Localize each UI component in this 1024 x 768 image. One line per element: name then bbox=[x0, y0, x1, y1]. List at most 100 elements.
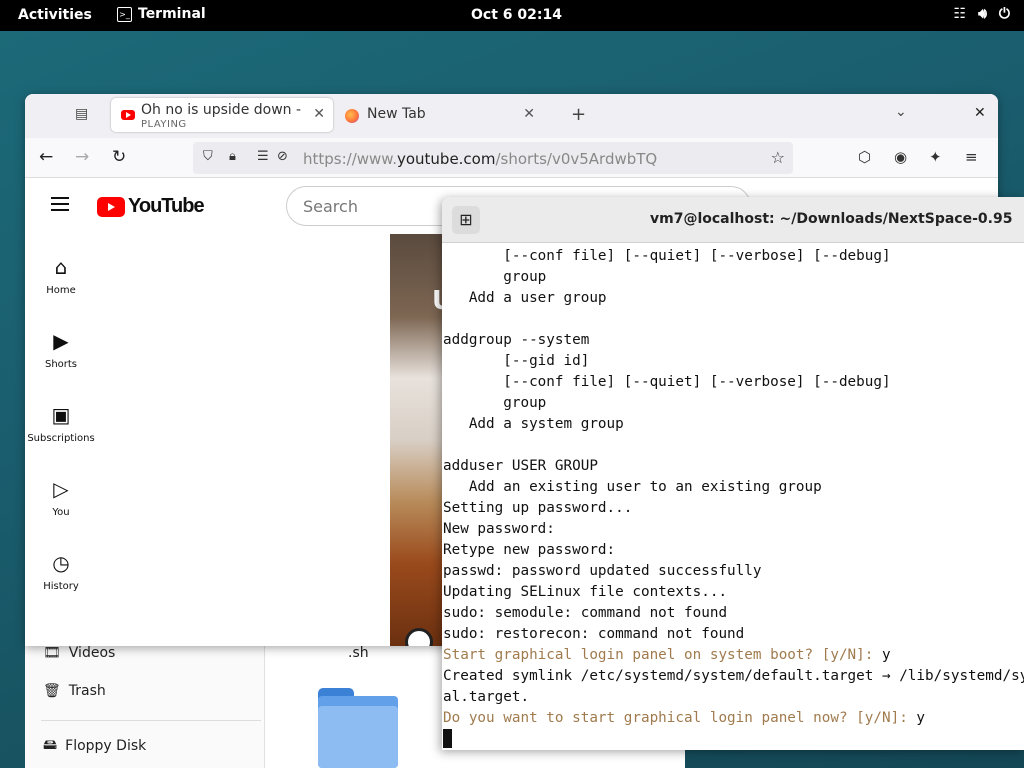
app-name: Terminal bbox=[138, 6, 206, 22]
tab-playing-label: PLAYING bbox=[141, 119, 187, 130]
menu-icon[interactable]: ≡ bbox=[965, 148, 978, 166]
terminal-line: sudo: restorecon: command not found bbox=[443, 626, 745, 642]
terminal-window: ⊞ vm7@localhost: ~/Downloads/NextSpace-0… bbox=[442, 197, 1024, 750]
prompt-text: Start graphical login panel on system bo… bbox=[443, 647, 874, 663]
youtube-logo-icon bbox=[97, 196, 125, 217]
sidebar-item-label: Videos bbox=[68, 645, 116, 661]
terminal-line: Updating SELinux file contexts... bbox=[443, 584, 728, 600]
permissions-icon[interactable]: ☰ bbox=[257, 149, 269, 164]
youtube-favicon-icon bbox=[121, 110, 135, 120]
nav-you[interactable]: ▷ You bbox=[25, 477, 97, 518]
terminal-line: Start graphical login panel on system bo… bbox=[443, 645, 1024, 666]
reload-icon[interactable]: ↻ bbox=[112, 147, 126, 167]
terminal-line: Add an existing user to an existing grou… bbox=[443, 479, 822, 495]
volume-icon: 🔊︎ bbox=[978, 6, 987, 22]
hamburger-menu-icon[interactable] bbox=[51, 197, 69, 211]
you-icon: ▷ bbox=[53, 477, 69, 501]
tab-title: Oh no is upside down - YouTube bbox=[141, 102, 303, 118]
terminal-output[interactable]: [--conf file] [--quiet] [--verbose] [--d… bbox=[443, 246, 1024, 750]
youtube-logo[interactable]: YouTube bbox=[97, 195, 205, 218]
tab-title: New Tab bbox=[367, 106, 426, 122]
tab-new-tab[interactable]: New Tab ✕ bbox=[341, 98, 551, 132]
folder-icon[interactable] bbox=[318, 688, 398, 768]
terminal-line: Do you want to start graphical login pan… bbox=[443, 708, 1024, 729]
system-status-menu[interactable]: ☷ 🔊︎ ⏻ bbox=[954, 6, 1010, 22]
new-tab-button[interactable]: + bbox=[571, 104, 586, 125]
terminal-line: New password: bbox=[443, 521, 555, 537]
sidebar-item-trash[interactable]: 🗑︎ Trash bbox=[43, 683, 106, 699]
terminal-line: sudo: semodule: command not found bbox=[443, 605, 728, 621]
close-tab-icon[interactable]: ✕ bbox=[523, 106, 535, 122]
bookmark-star-icon[interactable]: ☆ bbox=[771, 148, 785, 167]
navigation-toolbar: ← → ↻ ⛉ 🔒︎ ☰ ⊘ https://www.youtube.com/s… bbox=[25, 138, 998, 178]
app-menu[interactable]: >_ Terminal bbox=[117, 6, 206, 22]
terminal-line: [--conf file] [--quiet] [--verbose] [--d… bbox=[443, 374, 891, 390]
prompt-answer: y bbox=[907, 710, 926, 726]
channel-avatar[interactable] bbox=[405, 628, 433, 646]
terminal-line: [--gid id] bbox=[443, 353, 590, 369]
text-cursor bbox=[443, 729, 452, 748]
url-text[interactable]: https://www.youtube.com/shorts/v0v5Ardwb… bbox=[303, 150, 657, 168]
shorts-icon: ▶ bbox=[53, 329, 69, 353]
autoplay-blocked-icon[interactable]: ⊘ bbox=[277, 149, 288, 164]
close-window-icon[interactable]: ✕ bbox=[974, 105, 986, 121]
power-icon: ⏻ bbox=[998, 6, 1010, 22]
shield-icon[interactable]: ⛉ bbox=[203, 149, 213, 164]
sidebar-item-label: Trash bbox=[68, 683, 106, 699]
window-title: vm7@localhost: ~/Downloads/NextSpace-0.9… bbox=[650, 211, 1013, 227]
file-label[interactable]: .sh bbox=[348, 645, 369, 661]
terminal-line: Add a user group bbox=[443, 290, 607, 306]
nav-shorts[interactable]: ▶ Shorts bbox=[25, 329, 97, 370]
network-icon: ☷ bbox=[953, 6, 967, 22]
url-bar[interactable]: ⛉ 🔒︎ ☰ ⊘ https://www.youtube.com/shorts/… bbox=[193, 142, 793, 174]
search-placeholder: Search bbox=[303, 197, 358, 216]
video-icon: 🎞︎ bbox=[43, 645, 61, 661]
terminal-line: Retype new password: bbox=[443, 542, 616, 558]
firefox-favicon-icon bbox=[345, 109, 359, 123]
tab-youtube[interactable]: Oh no is upside down - YouTube PLAYING ✕ bbox=[111, 98, 333, 132]
shorts-video-player[interactable]: U bbox=[390, 234, 453, 646]
prompt-text: Do you want to start graphical login pan… bbox=[443, 710, 908, 726]
terminal-line: al.target. bbox=[443, 689, 530, 705]
sidebar-item-floppy-disk[interactable]: 🖴︎ Floppy Disk bbox=[43, 734, 146, 758]
home-icon: ⌂ bbox=[54, 255, 68, 279]
nav-history[interactable]: ◷ History bbox=[25, 551, 97, 592]
terminal-header: ⊞ vm7@localhost: ~/Downloads/NextSpace-0… bbox=[442, 197, 1024, 243]
terminal-line: Add a system group bbox=[443, 416, 624, 432]
forward-icon[interactable]: → bbox=[75, 147, 89, 167]
account-icon[interactable]: ◉ bbox=[894, 148, 907, 166]
terminal-line: adduser USER GROUP bbox=[443, 458, 598, 474]
close-tab-icon[interactable]: ✕ bbox=[313, 106, 325, 122]
terminal-line: Setting up password... bbox=[443, 500, 633, 516]
nav-home[interactable]: ⌂ Home bbox=[25, 255, 97, 296]
top-bar: Activities >_ Terminal Oct 6 02:14 ☷ 🔊︎ … bbox=[0, 0, 1024, 31]
trash-icon: 🗑︎ bbox=[43, 683, 61, 699]
terminal-icon: >_ bbox=[117, 6, 132, 22]
prompt-answer: y bbox=[873, 647, 891, 663]
activities-button[interactable]: Activities bbox=[18, 7, 92, 23]
lock-icon[interactable]: 🔒︎ bbox=[229, 149, 236, 164]
terminal-line: Created symlink /etc/systemd/system/defa… bbox=[443, 668, 1024, 684]
clock[interactable]: Oct 6 02:14 bbox=[471, 7, 562, 23]
pocket-icon[interactable]: ⬡ bbox=[858, 148, 871, 166]
sidebar-divider bbox=[41, 720, 261, 721]
extensions-icon[interactable]: ✦ bbox=[929, 148, 942, 166]
sidebar-item-videos[interactable]: 🎞︎ Videos bbox=[43, 645, 115, 661]
tab-list-icon[interactable]: ▤ bbox=[75, 106, 93, 124]
terminal-cursor-line bbox=[443, 729, 1024, 750]
history-icon: ◷ bbox=[52, 551, 70, 575]
chevron-down-icon[interactable]: ⌄ bbox=[895, 104, 907, 120]
back-icon[interactable]: ← bbox=[39, 147, 53, 167]
terminal-line: addgroup --system bbox=[443, 332, 590, 348]
new-tab-icon[interactable]: ⊞ bbox=[452, 206, 480, 234]
nav-subscriptions[interactable]: ▣ Subscriptions bbox=[25, 403, 97, 444]
terminal-line: group bbox=[443, 395, 547, 411]
subscriptions-icon: ▣ bbox=[51, 403, 71, 427]
sidebar-item-label: Floppy Disk bbox=[65, 738, 147, 754]
terminal-line: [--conf file] [--quiet] [--verbose] [--d… bbox=[443, 248, 891, 264]
terminal-line: group bbox=[443, 269, 547, 285]
tab-bar: ▤ Oh no is upside down - YouTube PLAYING… bbox=[25, 94, 998, 138]
drive-icon: 🖴︎ bbox=[43, 737, 58, 753]
